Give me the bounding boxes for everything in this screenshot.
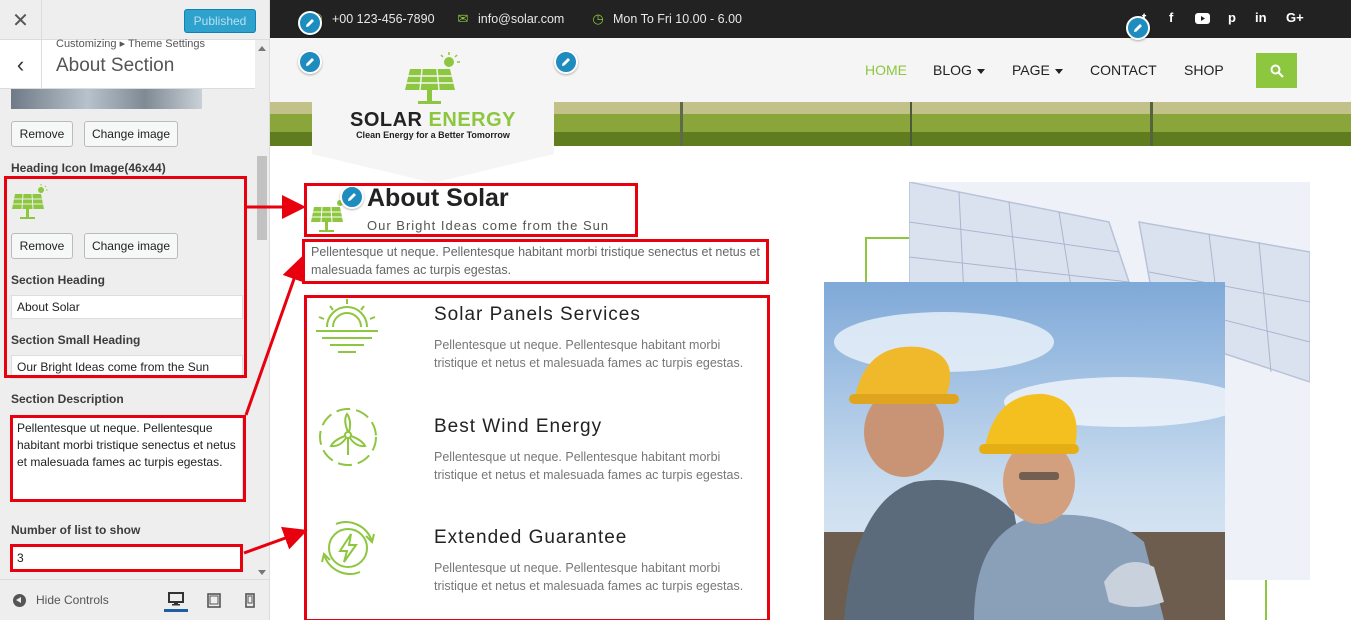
scroll-down-icon[interactable] [258,570,266,575]
logo-word-solar: SOLAR [349,109,423,131]
pencil-icon [306,58,314,66]
nav-home[interactable]: HOME [865,62,907,78]
customizer-footer: Hide Controls [0,579,269,620]
linkedin-icon[interactable]: in [1255,10,1267,25]
desktop-preview-icon[interactable] [164,588,188,612]
tablet-preview-icon[interactable] [202,588,226,612]
edit-shortcut-social[interactable] [1126,16,1150,40]
hide-controls-button[interactable]: Hide Controls [36,593,109,607]
panel-title: About Section [56,55,175,76]
decorative-corner [865,237,910,282]
nav-page[interactable]: PAGE [1012,62,1063,78]
customizer-topbar: ✕ Published [0,0,269,40]
publish-button[interactable]: Published [184,9,256,33]
breadcrumb: Customizing ▸ Theme Settings [56,38,205,50]
edit-shortcut-logo[interactable] [298,50,322,74]
chevron-down-icon [976,68,985,74]
nav-blog[interactable]: BLOG [933,62,985,78]
phone-number: +00 123-456-7890 [332,12,435,26]
clock-icon: ◷ [592,11,604,26]
change-image-button[interactable]: Change image [84,121,178,147]
mobile-preview-icon[interactable] [238,588,262,612]
logo-title: SOLAR ENERGY [347,109,519,132]
annotation-box-about-description [302,239,769,284]
solar-panel-logo-icon [405,52,460,104]
annotation-box-services-list [304,295,770,620]
scrollbar-thumb[interactable] [257,156,267,240]
site-logo[interactable]: SOLAR ENERGY Clean Energy for a Better T… [312,38,554,183]
edit-shortcut-menu[interactable] [554,50,578,74]
search-button[interactable] [1256,53,1297,88]
scroll-up-icon[interactable] [258,46,266,51]
hours-text: Mon To Fri 10.00 - 6.00 [613,12,743,26]
nav-blog-label: BLOG [933,62,972,78]
decorative-line [1265,580,1267,620]
hide-controls-icon[interactable] [13,594,26,607]
logo-tagline: Clean Energy for a Better Tomorrow [356,130,510,140]
opening-hours: ◷ Mon To Fri 10.00 - 6.00 [591,11,742,27]
search-icon [1270,64,1284,78]
site-topbar: ✆ +00 123-456-7890 ✉ info@solar.com ◷ Mo… [270,0,1351,38]
close-icon[interactable]: ✕ [0,0,42,40]
chevron-down-icon [1054,68,1063,74]
remove-image-button[interactable]: Remove [11,121,73,147]
nav-shop[interactable]: SHOP [1184,62,1224,78]
email-address: info@solar.com [478,12,565,26]
pinterest-icon[interactable]: p [1228,10,1236,25]
google-plus-icon[interactable]: G+ [1286,10,1304,25]
heading-icon-label: Heading Icon Image(46x44) [11,161,166,175]
list-count-label: Number of list to show [11,523,141,537]
youtube-icon[interactable] [1195,12,1210,27]
nav-contact[interactable]: CONTACT [1090,62,1157,78]
edit-shortcut-topbar[interactable] [298,11,322,35]
workers-photo [824,282,1225,620]
pencil-icon [562,58,570,66]
email-contact: ✉ info@solar.com [456,11,565,27]
customizer-scrollbar[interactable] [255,40,269,579]
envelope-icon: ✉ [457,11,469,26]
nav-page-label: PAGE [1012,62,1050,78]
facebook-icon[interactable]: f [1169,10,1173,25]
annotation-box-description-control [10,415,246,502]
annotation-box-heading-controls [4,176,247,378]
pencil-icon [1134,24,1142,32]
background-image-thumbnail [11,89,202,109]
logo-word-energy: ENERGY [428,109,517,131]
pencil-icon [306,19,314,27]
annotation-box-list-count-control [10,544,243,572]
customizer-panel-header: ‹ Customizing ▸ Theme Settings About Sec… [0,38,255,89]
annotation-box-about-heading [304,183,638,237]
phone-contact: ✆ +00 123-456-7890 [310,11,435,27]
section-description-label: Section Description [11,392,124,406]
back-arrow-icon[interactable]: ‹ [0,40,42,89]
